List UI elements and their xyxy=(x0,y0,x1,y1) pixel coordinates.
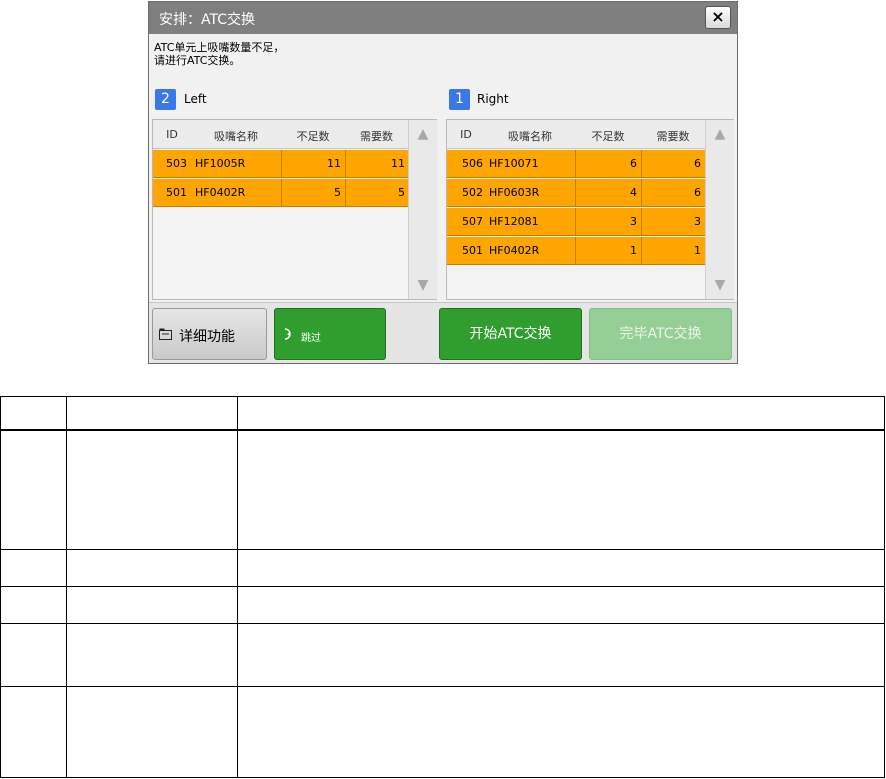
detail-functions-button[interactable]: 详细功能 xyxy=(152,308,267,360)
right-col-id: ID xyxy=(460,128,472,141)
row-id: 502 xyxy=(462,186,483,199)
folder-icon xyxy=(159,328,172,340)
description-table xyxy=(0,396,885,778)
start-atc-exchange-button[interactable]: 开始ATC交换 xyxy=(439,308,582,360)
table-divider xyxy=(1,686,884,687)
row-name: HF1005R xyxy=(195,157,246,170)
row-name: HF12081 xyxy=(489,215,539,228)
left-col-name: 吸嘴名称 xyxy=(214,130,258,143)
detail-functions-label: 详细功能 xyxy=(179,329,235,345)
row-need: 11 xyxy=(391,157,405,170)
row-name: HF0402R xyxy=(195,186,246,199)
row-id: 501 xyxy=(166,186,187,199)
left-scrollbar[interactable]: ▲ ▼ xyxy=(408,120,437,299)
up-arrow-icon[interactable]: ▲ xyxy=(706,120,734,148)
skip-label: 跳过 xyxy=(301,333,321,344)
table-divider xyxy=(1,429,884,431)
table-divider xyxy=(1,549,884,550)
atc-exchange-dialog: 安排：ATC交换 × ATC单元上吸嘴数量不足， 请进行ATC交换。 2 Lef… xyxy=(148,1,738,364)
row-name: HF0603R xyxy=(489,186,540,199)
skip-icon xyxy=(284,328,291,340)
close-button[interactable]: × xyxy=(705,6,731,29)
table-divider xyxy=(1,623,884,624)
row-id: 503 xyxy=(166,157,187,170)
left-head-label: Left xyxy=(184,92,207,106)
row-need: 6 xyxy=(694,157,701,170)
table-divider xyxy=(237,397,238,777)
row-short: 11 xyxy=(327,157,341,170)
right-col-name: 吸嘴名称 xyxy=(508,130,552,143)
dialog-title: 安排：ATC交换 xyxy=(159,12,255,28)
row-short: 1 xyxy=(630,244,637,257)
table-row[interactable]: 501 HF0402R 1 1 xyxy=(447,237,705,265)
right-scrollbar[interactable]: ▲ ▼ xyxy=(705,120,734,299)
dialog-message: ATC单元上吸嘴数量不足， 请进行ATC交换。 xyxy=(154,41,285,67)
right-head-badge: 1 xyxy=(449,89,470,110)
left-col-need: 需要数 xyxy=(360,130,393,143)
down-arrow-icon[interactable]: ▼ xyxy=(409,271,437,299)
table-row[interactable]: 507 HF12081 3 3 xyxy=(447,208,705,236)
dialog-titlebar: 安排：ATC交换 × xyxy=(149,2,737,34)
skip-button[interactable]: 跳过 xyxy=(274,308,386,360)
row-short: 3 xyxy=(630,215,637,228)
row-name: HF10071 xyxy=(489,157,539,170)
row-id: 507 xyxy=(462,215,483,228)
finish-atc-exchange-button[interactable]: 完毕ATC交换 xyxy=(589,308,732,360)
left-head-badge: 2 xyxy=(155,89,176,110)
row-need: 1 xyxy=(694,244,701,257)
table-divider xyxy=(66,397,67,777)
row-need: 3 xyxy=(694,215,701,228)
row-id: 506 xyxy=(462,157,483,170)
table-row[interactable]: 503 HF1005R 11 11 xyxy=(153,150,408,178)
row-id: 501 xyxy=(462,244,483,257)
right-head-label: Right xyxy=(477,92,509,106)
row-need: 5 xyxy=(398,186,405,199)
left-nozzle-table: ID 吸嘴名称 不足数 需要数 503 HF1005R 11 11 501 HF… xyxy=(152,119,437,300)
left-col-id: ID xyxy=(166,128,178,141)
left-table-header: ID 吸嘴名称 不足数 需要数 xyxy=(153,120,408,149)
row-short: 6 xyxy=(630,157,637,170)
table-row[interactable]: 501 HF0402R 5 5 xyxy=(153,179,408,207)
table-row[interactable]: 502 HF0603R 4 6 xyxy=(447,179,705,207)
row-short: 5 xyxy=(334,186,341,199)
up-arrow-icon[interactable]: ▲ xyxy=(409,120,437,148)
table-row[interactable]: 506 HF10071 6 6 xyxy=(447,150,705,178)
right-table-header: ID 吸嘴名称 不足数 需要数 xyxy=(447,120,705,149)
right-nozzle-table: ID 吸嘴名称 不足数 需要数 506 HF10071 6 6 502 HF06… xyxy=(446,119,734,300)
table-divider xyxy=(1,586,884,587)
row-need: 6 xyxy=(694,186,701,199)
close-icon: × xyxy=(711,7,725,26)
left-col-short: 不足数 xyxy=(296,130,330,143)
right-col-need: 需要数 xyxy=(656,130,690,143)
down-arrow-icon[interactable]: ▼ xyxy=(706,271,734,299)
right-col-short: 不足数 xyxy=(591,130,625,143)
row-name: HF0402R xyxy=(489,244,540,257)
row-short: 4 xyxy=(630,186,637,199)
